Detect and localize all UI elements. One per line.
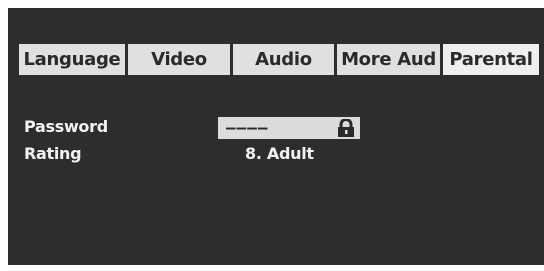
rating-label: Rating xyxy=(24,144,82,163)
settings-tab-bar: Language Video Audio More Aud Parental xyxy=(19,44,539,75)
tab-parental[interactable]: Parental xyxy=(443,44,539,75)
tab-language[interactable]: Language xyxy=(19,44,125,75)
tab-more-audio[interactable]: More Aud xyxy=(337,44,440,75)
password-field[interactable]: –––– xyxy=(218,117,360,139)
password-value: –––– xyxy=(226,118,269,137)
rating-value[interactable]: 8. Adult xyxy=(245,144,314,163)
password-label: Password xyxy=(24,117,108,136)
tab-video[interactable]: Video xyxy=(128,44,230,75)
tab-audio[interactable]: Audio xyxy=(233,44,334,75)
lock-icon xyxy=(338,119,354,137)
